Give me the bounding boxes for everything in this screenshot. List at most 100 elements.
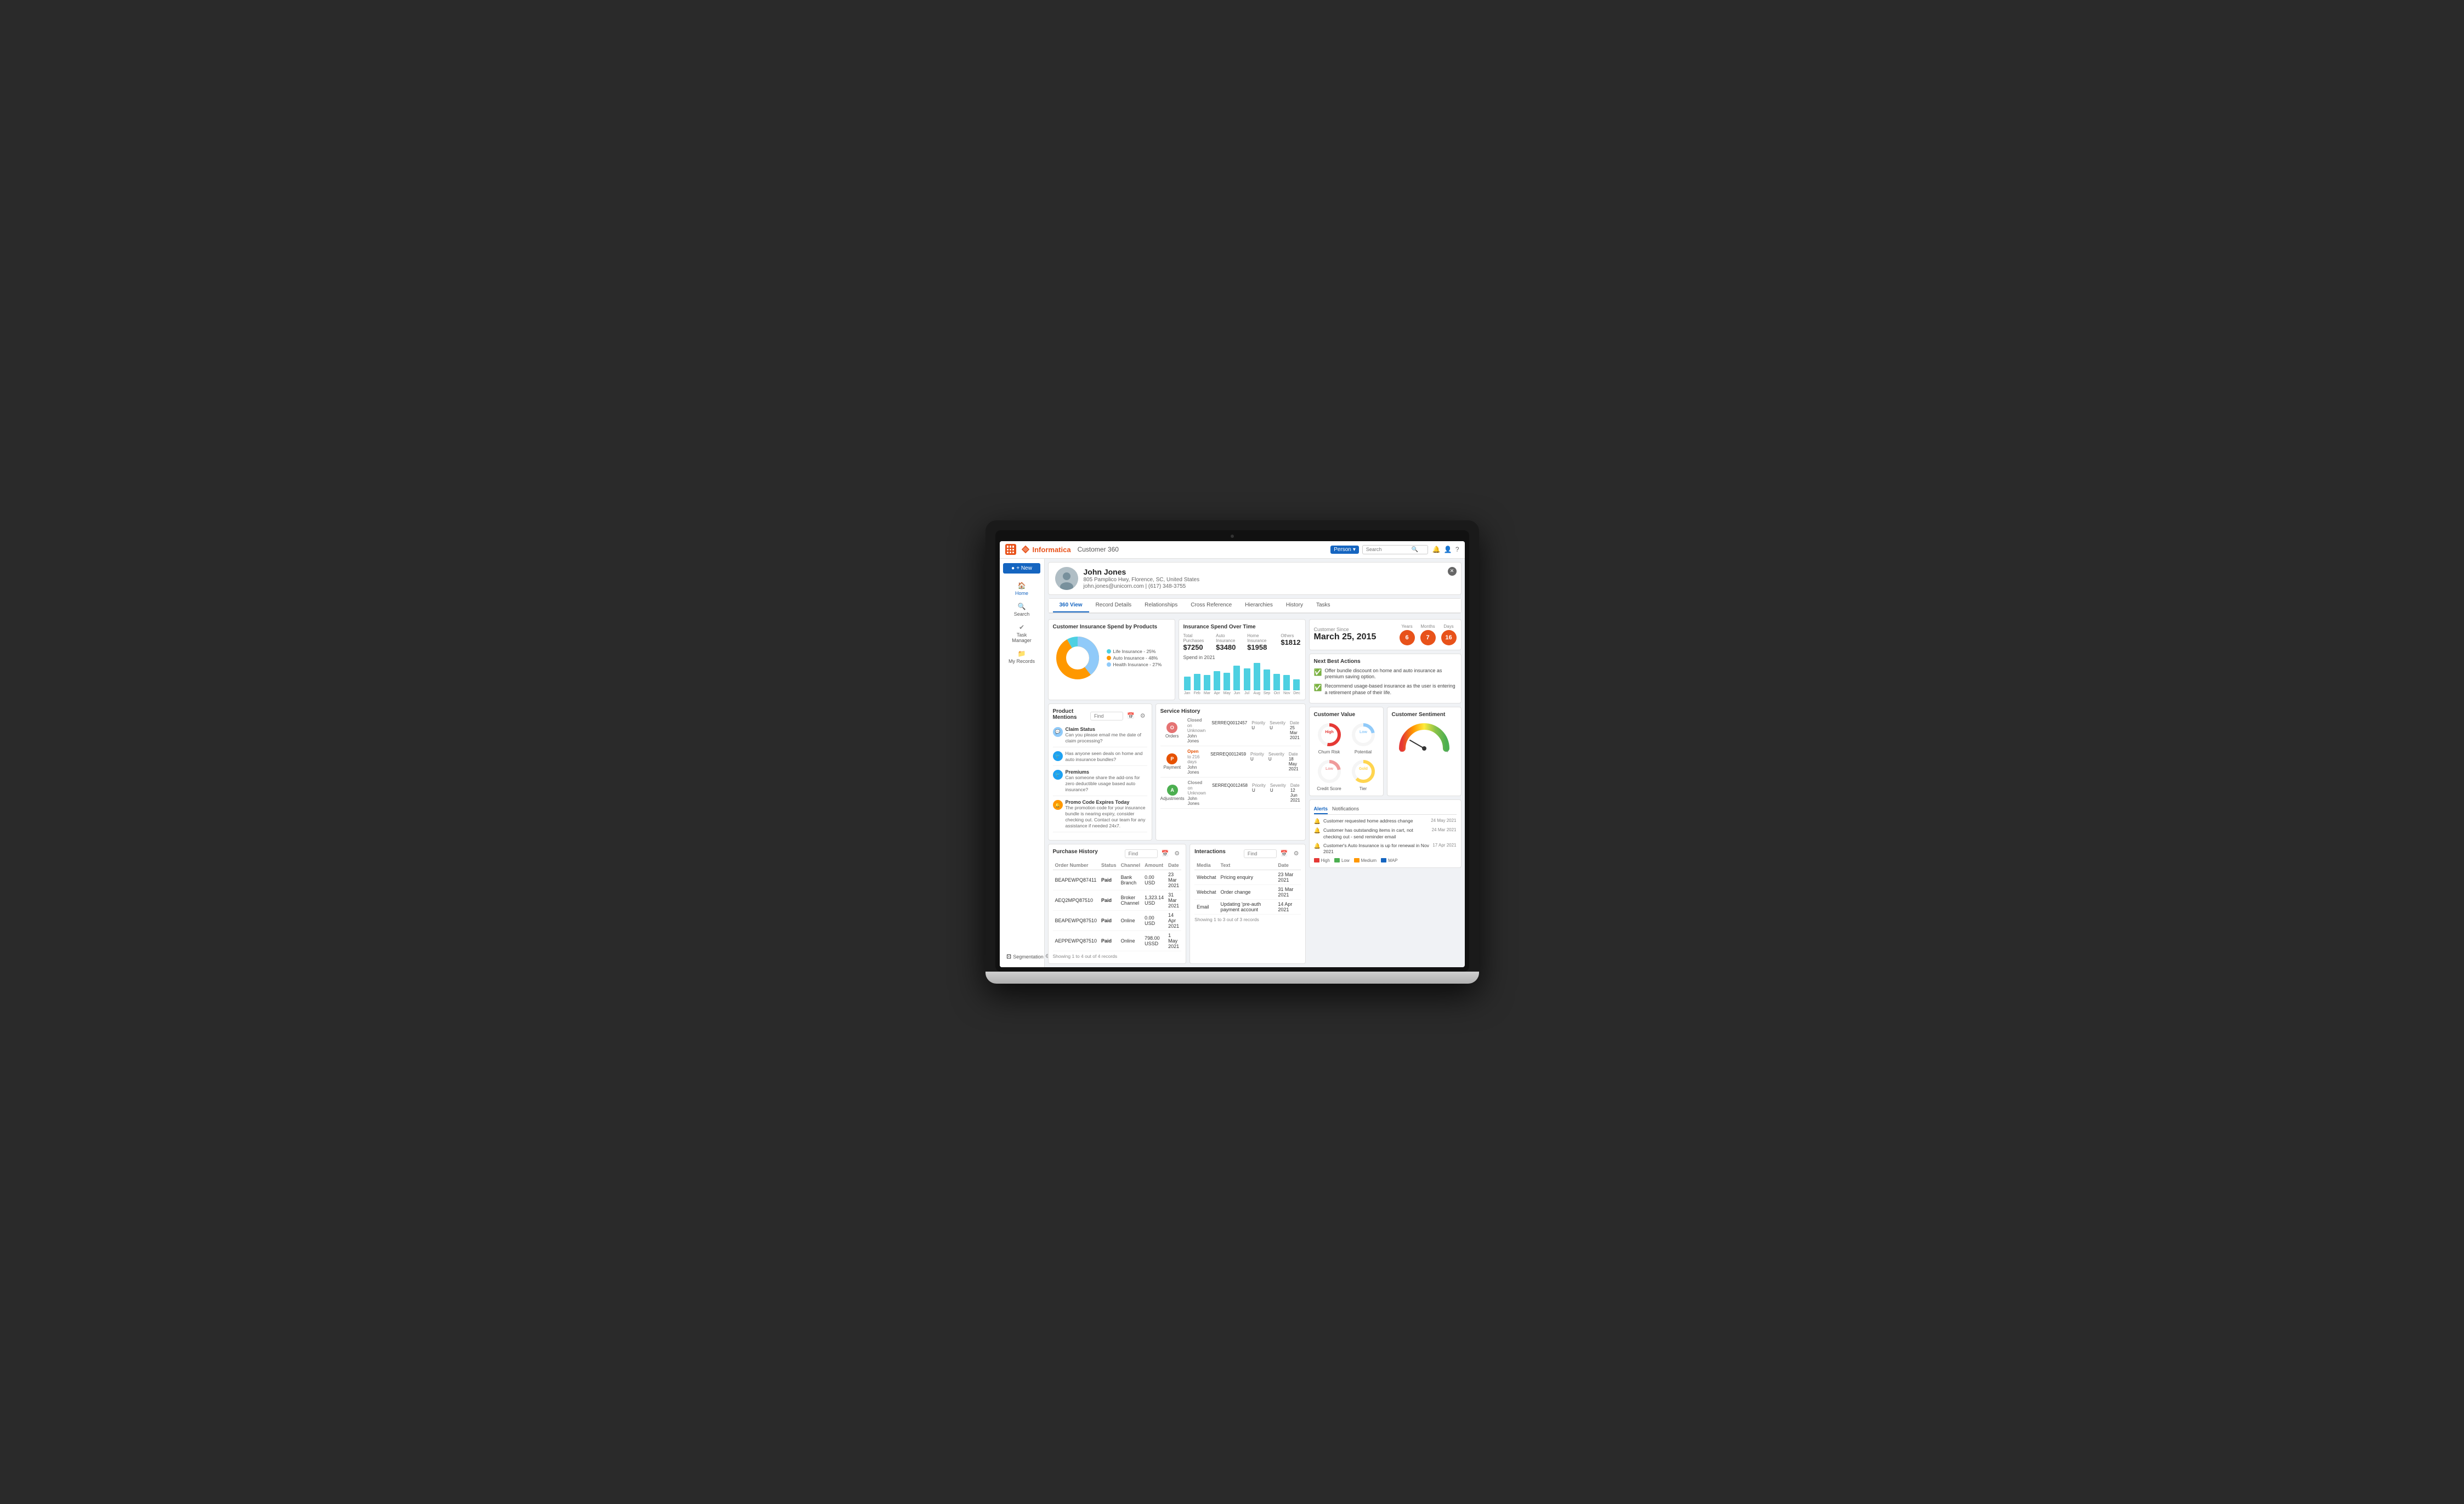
- search-icon: 🔍: [1412, 547, 1418, 553]
- app-grid-icon[interactable]: [1005, 544, 1016, 555]
- profile-contact: john.jones@unicorn.com | (617) 348-3755: [1084, 583, 1200, 589]
- potential-svg: Low: [1350, 721, 1377, 748]
- int-date-1: 23 Mar 2021: [1276, 870, 1300, 885]
- mention-twitter-icon-1: 🐦: [1053, 751, 1063, 761]
- service-on-2: to 216 days: [1187, 754, 1207, 764]
- notifications-icon[interactable]: 🔔: [1432, 546, 1441, 553]
- svg-text:Low: Low: [1360, 730, 1368, 734]
- new-button[interactable]: ● + New: [1003, 563, 1040, 574]
- service-type-col: O Orders: [1160, 722, 1184, 739]
- adjustments-badge: A: [1167, 785, 1178, 796]
- bar-jan-rect: [1184, 677, 1191, 690]
- legend-map-color: [1381, 858, 1386, 862]
- sidebar-item-home[interactable]: 🏠 Home: [1003, 579, 1040, 599]
- alert-icon-1: 🔔: [1314, 819, 1321, 825]
- alerts-legend: High Low Medium: [1314, 858, 1457, 863]
- help-icon[interactable]: ?: [1455, 546, 1459, 553]
- alert-date-1: 24 May 2021: [1431, 818, 1456, 823]
- tab-relationships[interactable]: Relationships: [1138, 599, 1184, 612]
- priority-label-3: Priority: [1252, 783, 1266, 788]
- purchase-showing: Showing 1 to 4 out of 4 records: [1053, 954, 1182, 959]
- user-icon[interactable]: 👤: [1444, 546, 1452, 553]
- purchase-calendar-icon[interactable]: 📅: [1160, 849, 1171, 858]
- bar-oct-rect: [1273, 674, 1280, 690]
- svg-text:Low: Low: [1326, 767, 1334, 771]
- order-1: BEAPEWPQ87411: [1053, 870, 1100, 890]
- others-label: Others: [1281, 633, 1300, 638]
- date-label-2: Date: [1289, 752, 1301, 757]
- home-insurance: Home Insurance $1958: [1247, 633, 1274, 651]
- alert-date-2: 24 Mar 2021: [1432, 827, 1457, 832]
- potential-label: Potential: [1355, 750, 1372, 754]
- severity-val-2: U: [1268, 757, 1272, 762]
- mention-claim-status: 💬 Claim Status Can you please email me t…: [1053, 727, 1147, 747]
- sidebar-item-my-records[interactable]: 📁 My Records: [1003, 647, 1040, 667]
- tab-history[interactable]: History: [1279, 599, 1310, 612]
- tab-alerts[interactable]: Alerts: [1314, 804, 1328, 814]
- sentiment-gauge: - +: [1392, 721, 1457, 754]
- search-input[interactable]: [1366, 547, 1410, 552]
- profile-close-button[interactable]: ✕: [1448, 567, 1457, 576]
- legend-medium-color: [1354, 858, 1360, 862]
- sidebar-item-task-manager[interactable]: ✔ Task Manager: [1003, 621, 1040, 646]
- service-severity-col-2: Severity U: [1268, 752, 1284, 771]
- tabs-bar: 360 View Record Details Relationships Cr…: [1048, 598, 1462, 614]
- bar-oct: Oct: [1273, 674, 1281, 695]
- tab-hierarchies[interactable]: Hierarchies: [1238, 599, 1279, 612]
- profile-name: John Jones: [1084, 567, 1200, 576]
- status-2: Paid: [1099, 890, 1119, 911]
- purchase-settings-icon[interactable]: ⚙: [1172, 849, 1181, 858]
- bar-nov-label: Nov: [1283, 691, 1290, 695]
- tab-notifications[interactable]: Notifications: [1332, 804, 1359, 814]
- person-dropdown[interactable]: Person ▾: [1330, 546, 1359, 554]
- bottom-row: Purchase History 📅 ⚙: [1048, 844, 1306, 964]
- legend-health-dot: [1107, 662, 1111, 667]
- severity-label-3: Severity: [1270, 783, 1286, 788]
- home-icon: 🏠: [1018, 582, 1026, 589]
- product-mentions-find[interactable]: [1090, 712, 1123, 720]
- next-best-actions-card: Next Best Actions ✅ Offer bundle discoun…: [1309, 654, 1462, 704]
- interactions-calendar-icon[interactable]: 📅: [1279, 849, 1290, 858]
- sentiment-title: Customer Sentiment: [1392, 712, 1457, 718]
- interactions-card: Interactions 📅 ⚙: [1189, 844, 1305, 964]
- tab-record-details[interactable]: Record Details: [1089, 599, 1138, 612]
- mention-premiums-content: Premiums Can someone share the add-ons f…: [1066, 769, 1147, 793]
- legend-life-dot: [1107, 649, 1111, 654]
- spend-over-time-title: Insurance Spend Over Time: [1183, 624, 1301, 630]
- tab-360-view[interactable]: 360 View: [1053, 599, 1089, 612]
- interactions-settings-icon[interactable]: ⚙: [1292, 849, 1301, 858]
- int-date-3: 14 Apr 2021: [1276, 900, 1300, 915]
- tab-tasks[interactable]: Tasks: [1310, 599, 1337, 612]
- auto-insurance: Auto Insurance $3480: [1216, 633, 1241, 651]
- col-channel: Channel: [1119, 861, 1143, 870]
- insurance-spend-card: Customer Insurance Spend by Products: [1048, 619, 1175, 700]
- priority-label-2: Priority: [1250, 752, 1264, 757]
- mention-chat-icon: 💬: [1053, 727, 1063, 737]
- interactions-find-input[interactable]: [1244, 849, 1277, 858]
- service-status-col-3: Closed on Unknown John Jones: [1188, 780, 1209, 806]
- settings-icon[interactable]: ⚙: [1138, 712, 1147, 720]
- bar-jul-label: Jul: [1244, 691, 1249, 695]
- legend-high-color: [1314, 858, 1319, 862]
- payment-label: Payment: [1164, 765, 1181, 770]
- sidebar-item-segmentation[interactable]: ⊡ Segmentation ⚙: [1003, 950, 1040, 963]
- interactions-table: Media Text Date Webchat: [1194, 861, 1300, 915]
- calendar-icon[interactable]: 📅: [1125, 712, 1136, 720]
- customer-value-title: Customer Value: [1314, 712, 1379, 718]
- mention-promo-text: The promotion code for your insurance bu…: [1066, 805, 1147, 829]
- purchase-find-input[interactable]: [1125, 849, 1158, 858]
- person-label: Person: [1334, 547, 1351, 553]
- alert-item-3: 🔔 Customer's Auto Insurance is up for re…: [1314, 843, 1457, 855]
- value-gauges: High Churn Risk: [1314, 721, 1379, 791]
- service-priority-col-2: Priority U: [1250, 752, 1264, 771]
- mention-premiums: 🐦 Premiums Can someone share the add-ons…: [1053, 769, 1147, 796]
- table-row: AEQ2MPQ87510 Paid Broker Channel 1,323.1…: [1053, 890, 1182, 911]
- tab-cross-reference[interactable]: Cross Reference: [1184, 599, 1238, 612]
- alert-item-1: 🔔 Customer requested home address change…: [1314, 818, 1457, 825]
- priority-val-1: U: [1251, 725, 1255, 730]
- search-box[interactable]: 🔍: [1362, 545, 1428, 554]
- sidebar: ● + New 🏠 Home 🔍 Search ✔: [1000, 559, 1045, 968]
- service-date-col-3: Date 12 Jun 2021: [1290, 783, 1301, 803]
- churn-risk-gauge: High Churn Risk: [1314, 721, 1345, 754]
- sidebar-item-search[interactable]: 🔍 Search: [1003, 600, 1040, 620]
